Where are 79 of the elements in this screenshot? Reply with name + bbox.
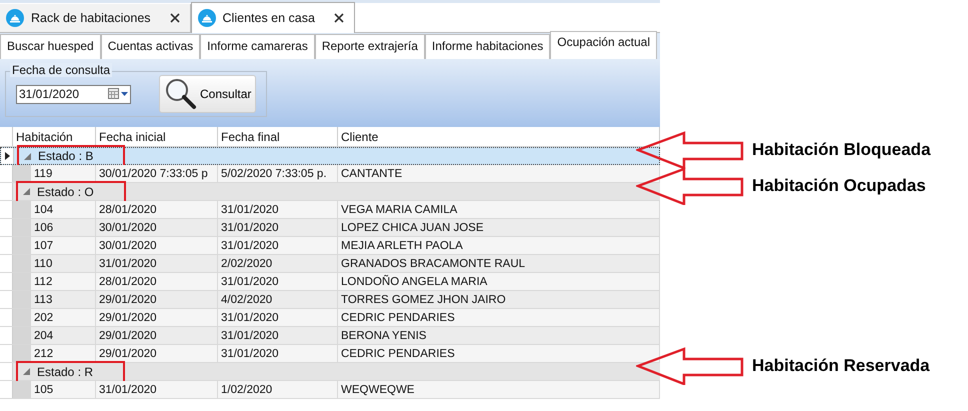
table-cell: 113 (31, 291, 96, 308)
tab[interactable]: Reporte extrajería (314, 34, 425, 59)
column-header[interactable]: Cliente (338, 127, 660, 146)
close-icon[interactable] (334, 13, 344, 23)
calendar-icon[interactable] (108, 88, 128, 100)
table-cell: 31/01/2020 (96, 381, 218, 398)
document-tab[interactable]: Rack de habitaciones (0, 4, 191, 32)
table-cell: WEQWEQWE (338, 381, 660, 398)
table-cell: 31/01/2020 (96, 255, 218, 272)
column-header[interactable]: Fecha final (218, 127, 338, 146)
column-header[interactable]: Fecha inicial (96, 127, 218, 146)
table-cell: 31/01/2020 (218, 201, 338, 218)
table-cell: TORRES GOMEZ JHON JAIRO (338, 291, 660, 308)
table-cell: CEDRIC PENDARIES (338, 309, 660, 326)
table-cell: LOPEZ CHICA JUAN JOSE (338, 219, 660, 236)
group-row[interactable]: Estado : B (0, 147, 660, 165)
table-cell: 105 (31, 381, 96, 398)
tab[interactable]: Buscar huesped (0, 34, 101, 59)
table-cell: MEJIA ARLETH PAOLA (338, 237, 660, 254)
annotation-label: Habitación Ocupadas (752, 176, 926, 196)
table-cell: 106 (31, 219, 96, 236)
annotation-label: Habitación Reservada (752, 356, 930, 376)
search-button[interactable]: Consultar (159, 75, 256, 113)
column-header[interactable]: Habitación (13, 127, 96, 146)
date-field[interactable]: 31/01/2020 (16, 84, 131, 104)
tab[interactable]: Ocupación actual (550, 31, 658, 59)
table-cell: GRANADOS BRACAMONTE RAUL (338, 255, 660, 272)
table-cell: 28/01/2020 (96, 201, 218, 218)
collapse-icon[interactable] (23, 188, 30, 195)
table-cell: 112 (31, 273, 96, 290)
table-cell: CANTANTE (338, 165, 660, 182)
table-cell: 110 (31, 255, 96, 272)
annotation-label: Habitación Bloqueada (752, 140, 931, 160)
close-icon[interactable] (170, 13, 180, 23)
table-cell: 204 (31, 327, 96, 344)
tab[interactable]: Informe camareras (200, 34, 315, 59)
table-cell: 29/01/2020 (96, 345, 218, 362)
row-pointer-icon (4, 152, 10, 160)
table-cell: 30/01/2020 (96, 219, 218, 236)
group-row[interactable]: Estado : O (0, 183, 660, 201)
table-cell: 119 (31, 165, 96, 182)
arrow-icon (636, 131, 746, 169)
table-cell: 30/01/2020 7:33:05 p (96, 165, 218, 182)
table-cell: 31/01/2020 (218, 327, 338, 344)
table-cell: 31/01/2020 (218, 273, 338, 290)
table-cell: 1/02/2020 (218, 381, 338, 398)
row-header[interactable] (1, 148, 14, 164)
arrow-icon (636, 167, 746, 205)
table-cell: 31/01/2020 (218, 309, 338, 326)
arrow-icon (636, 347, 746, 385)
collapse-icon[interactable] (23, 368, 30, 375)
table-cell: 202 (31, 309, 96, 326)
table-cell: 31/01/2020 (218, 219, 338, 236)
group-row[interactable]: Estado : R (0, 363, 660, 381)
table-cell: 212 (31, 345, 96, 362)
table-cell: 29/01/2020 (96, 309, 218, 326)
table-cell: 5/02/2020 7:33:05 p. (218, 165, 338, 182)
table-cell: 31/01/2020 (218, 237, 338, 254)
table-cell: 104 (31, 201, 96, 218)
bell-icon (6, 9, 24, 27)
tab[interactable]: Informe habitaciones (424, 34, 550, 59)
table-cell: BERONA YENIS (338, 327, 660, 344)
table-cell: 29/01/2020 (96, 291, 218, 308)
table-cell: LONDOÑO ANGELA MARIA (338, 273, 660, 290)
table-cell: 31/01/2020 (218, 345, 338, 362)
document-tab[interactable]: Clientes en casa (190, 2, 355, 33)
table-cell: 4/02/2020 (218, 291, 338, 308)
search-icon (164, 78, 198, 110)
table-cell: 2/02/2020 (218, 255, 338, 272)
bell-icon (198, 9, 216, 27)
group-title: Fecha de consulta (10, 63, 112, 77)
table-cell: 28/01/2020 (96, 273, 218, 290)
table-cell: 107 (31, 237, 96, 254)
tab[interactable]: Cuentas activas (100, 34, 200, 59)
table-cell: VEGA MARIA CAMILA (338, 201, 660, 218)
collapse-icon[interactable] (24, 152, 31, 160)
table-cell: 30/01/2020 (96, 237, 218, 254)
table-cell: 29/01/2020 (96, 327, 218, 344)
table-cell: CEDRIC PENDARIES (338, 345, 660, 362)
